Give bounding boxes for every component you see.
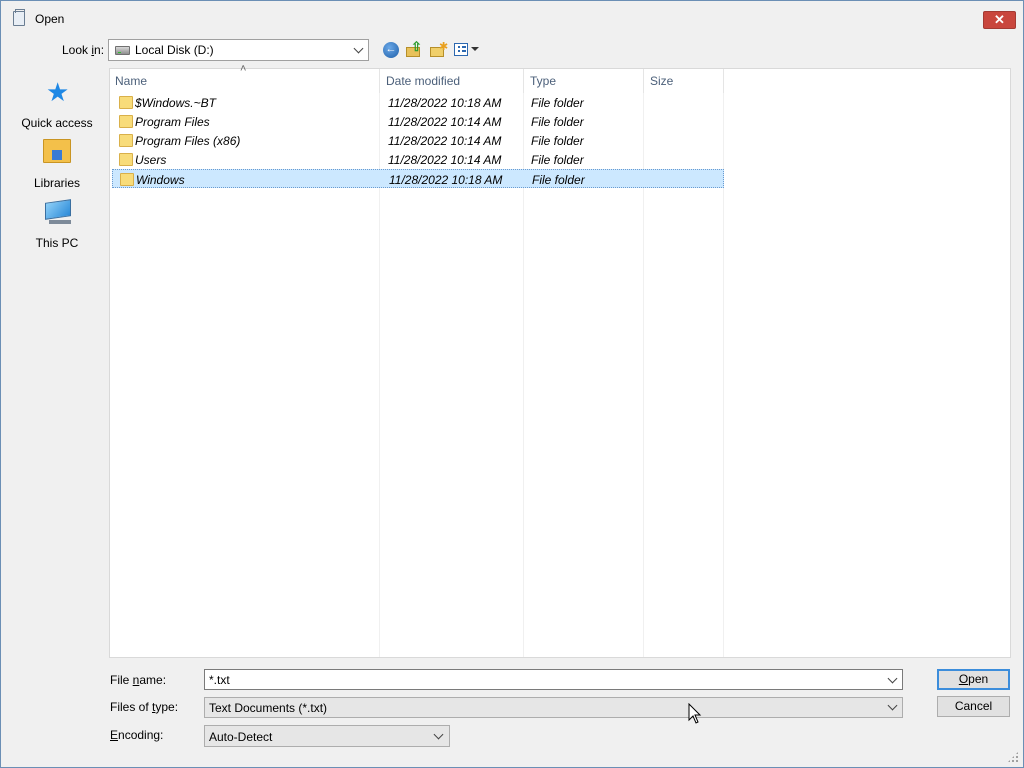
lookin-dropdown[interactable]: Local Disk (D:) <box>108 39 369 61</box>
dropdown-arrow-icon <box>471 47 479 51</box>
place-this-pc[interactable]: This PC <box>9 199 105 257</box>
filename-input[interactable]: *.txt <box>204 669 903 690</box>
computer-icon <box>45 199 71 220</box>
places-bar: ★ Quick access Libraries This PC <box>9 67 105 659</box>
folder-icon <box>119 153 133 166</box>
filename-value: *.txt <box>209 673 230 687</box>
place-label: This PC <box>35 236 79 250</box>
file-type: File folder <box>531 153 584 167</box>
star-icon: ★ <box>46 77 70 107</box>
lookin-value: Local Disk (D:) <box>135 43 214 57</box>
libraries-icon <box>43 139 71 163</box>
encoding-label: Encoding: <box>110 728 164 742</box>
folder-icon <box>119 134 133 147</box>
header-separator[interactable] <box>379 69 380 93</box>
new-folder-button[interactable]: ✱ <box>430 41 449 58</box>
close-icon: ✕ <box>994 12 1005 27</box>
sparkle-icon: ✱ <box>439 41 449 53</box>
column-header-size[interactable]: Size <box>645 69 724 93</box>
window-title: Open <box>35 12 65 26</box>
header-separator[interactable] <box>643 69 644 93</box>
drive-icon <box>115 46 130 55</box>
file-type: File folder <box>532 173 585 187</box>
cancel-button[interactable]: Cancel <box>937 696 1010 717</box>
column-header-type[interactable]: Type <box>525 69 644 93</box>
file-date: 11/28/2022 10:14 AM <box>388 153 502 167</box>
folder-icon <box>119 115 133 128</box>
column-header-date[interactable]: Date modified <box>381 69 524 93</box>
sort-ascending-icon: ˄ <box>240 63 247 75</box>
encoding-value: Auto-Detect <box>209 730 273 744</box>
chevron-down-icon <box>887 700 898 711</box>
chevron-down-icon <box>433 729 444 740</box>
filetype-label: Files of type: <box>110 700 179 714</box>
lookin-label: Look in: <box>62 43 105 57</box>
close-button[interactable]: ✕ <box>983 11 1016 29</box>
file-type: File folder <box>531 134 584 148</box>
file-row[interactable]: Program Files 11/28/2022 10:14 AM File f… <box>112 112 724 131</box>
up-one-level-button[interactable]: ⇧ <box>406 39 422 58</box>
title-bar: Open ✕ <box>1 1 1023 32</box>
up-arrow-icon: ⇧ <box>411 39 422 54</box>
views-menu-button[interactable] <box>454 42 480 58</box>
place-quick-access[interactable]: ★ Quick access <box>9 79 105 137</box>
notepad-icon <box>13 9 25 26</box>
chevron-down-icon <box>353 43 364 54</box>
file-type: File folder <box>531 96 584 110</box>
file-name: Program Files (x86) <box>135 134 241 148</box>
place-libraries[interactable]: Libraries <box>9 139 105 197</box>
file-name: Windows <box>136 173 185 187</box>
filetype-value: Text Documents (*.txt) <box>209 701 328 715</box>
open-button[interactable]: Open <box>937 669 1010 690</box>
folder-icon <box>120 173 134 186</box>
file-name: Users <box>135 153 167 167</box>
back-icon: ← <box>385 43 397 55</box>
file-date: 11/28/2022 10:14 AM <box>388 134 502 148</box>
file-date: 11/28/2022 10:14 AM <box>388 115 502 129</box>
file-row[interactable]: Users 11/28/2022 10:14 AM File folder <box>112 150 724 169</box>
views-menu-icon <box>454 43 468 56</box>
chevron-down-icon[interactable] <box>887 673 898 684</box>
file-list[interactable]: Name ˄ Date modified Type Size $Windows.… <box>109 63 1011 658</box>
back-button[interactable]: ← <box>383 42 399 58</box>
folder-icon <box>119 96 133 109</box>
file-name: $Windows.~BT <box>135 96 216 110</box>
computer-base <box>49 220 71 224</box>
place-label: Libraries <box>33 176 81 190</box>
file-date: 11/28/2022 10:18 AM <box>389 173 503 187</box>
file-row[interactable]: $Windows.~BT 11/28/2022 10:18 AM File fo… <box>112 93 724 112</box>
filetype-select[interactable]: Text Documents (*.txt) <box>204 697 903 718</box>
file-row[interactable]: Program Files (x86) 11/28/2022 10:14 AM … <box>112 131 724 150</box>
file-name: Program Files <box>135 115 210 129</box>
header-separator[interactable] <box>723 69 724 93</box>
encoding-select[interactable]: Auto-Detect <box>204 725 450 747</box>
file-row-selected[interactable]: Windows 11/28/2022 10:18 AM File folder <box>112 169 724 188</box>
filename-label: File name: <box>110 673 167 687</box>
place-label: Quick access <box>21 116 93 130</box>
file-date: 11/28/2022 10:18 AM <box>388 96 502 110</box>
resize-grip[interactable] <box>1007 751 1019 763</box>
file-type: File folder <box>531 115 584 129</box>
open-dialog: Open ✕ Look in: Local Disk (D:) ← ⇧ ✱ ★ … <box>0 0 1024 768</box>
header-separator[interactable] <box>523 69 524 93</box>
